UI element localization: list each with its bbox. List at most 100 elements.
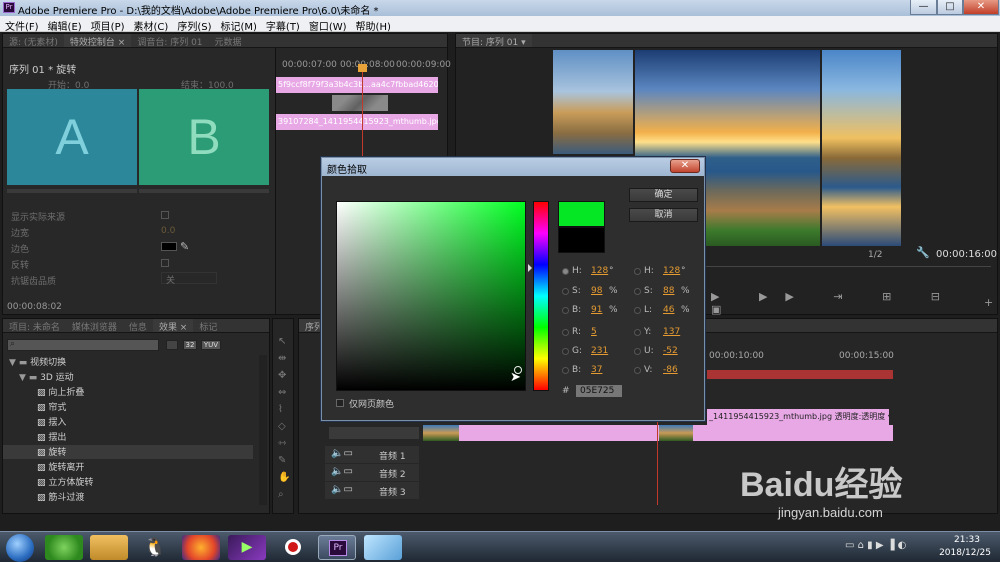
tab-info[interactable]: 信息 (123, 319, 153, 332)
tab-media-browser[interactable]: 媒体浏览器 (66, 319, 123, 332)
recorder-icon[interactable] (274, 535, 312, 560)
menu-file[interactable]: 文件(F) (0, 16, 43, 33)
radio-button[interactable] (562, 268, 569, 275)
eyedropper-icon[interactable]: ✎ (180, 240, 189, 253)
menu-marker[interactable]: 标记(M) (215, 16, 260, 33)
radio-button[interactable] (634, 268, 641, 275)
radio-button[interactable] (634, 288, 641, 295)
saturation-brightness-field[interactable] (336, 201, 526, 391)
accelerated-filter-icon[interactable] (166, 340, 178, 350)
ruler-time-2: 00:00:08:00 (340, 60, 395, 70)
tool-icons[interactable]: ↖ ⇹ ✥ ⇔ ⌇ ◇ ⇿ ✎ ✋ ⌕ (278, 333, 290, 503)
timeline-clip-label[interactable]: _1411954415923_mthumb.jpg 透明度:透明度 ▾ (707, 409, 889, 425)
menu-sequence[interactable]: 序列(S) (172, 16, 215, 33)
video-editor-icon[interactable]: ▶ (228, 535, 266, 560)
prop-show-source: 显示实际来源 (11, 213, 66, 223)
baidu-logo: Baidu经验 (740, 466, 903, 504)
web-colors-checkbox[interactable] (336, 399, 344, 407)
hue-slider-handle[interactable] (528, 264, 532, 272)
reverse-checkbox[interactable] (161, 259, 169, 267)
start-button-icon[interactable] (6, 534, 34, 562)
qq-icon[interactable]: 🐧 (136, 535, 174, 560)
premiere-taskbar-item[interactable]: Pr (318, 535, 356, 560)
menu-edit[interactable]: 编辑(E) (43, 16, 86, 33)
start-slider[interactable] (7, 189, 137, 193)
minimize-button[interactable]: — (910, 0, 937, 15)
zoom-dropdown[interactable]: 1/2 (868, 250, 882, 260)
menu-title[interactable]: 字幕(T) (261, 16, 304, 33)
cancel-button[interactable]: 取消 (629, 208, 698, 222)
menu-project[interactable]: 项目(P) (86, 16, 129, 33)
notes-app-icon[interactable] (364, 535, 402, 560)
transition-block[interactable] (332, 95, 388, 111)
radio-button[interactable] (562, 348, 569, 355)
tab-program[interactable]: 节目: 序列 01 ▾ (456, 34, 532, 47)
effects-scrollbar[interactable] (259, 355, 267, 505)
clip-track-a[interactable]: 5f9ccf8f79f3a3b4c3b...aa4c7fbbad4620.jpg (276, 77, 438, 93)
tree-item[interactable]: ▼ ▬ 3D 运动 (19, 370, 74, 384)
tree-item-selected[interactable]: ▨ 旋转 (3, 445, 253, 459)
clip-track-b[interactable]: 39107284_1411954415923_mthumb.jpg (276, 114, 438, 130)
tree-item[interactable]: ▼ ▬ 视频切换 (9, 355, 66, 369)
tree-item[interactable]: ▨ 帘式 (37, 400, 66, 414)
show-source-checkbox[interactable] (161, 211, 169, 219)
end-slider[interactable] (139, 189, 269, 193)
tab-effects[interactable]: 效果 × (152, 319, 194, 332)
effects-search-input[interactable]: ⌕ (7, 339, 159, 351)
dialog-close-button[interactable]: ✕ (670, 159, 700, 173)
tools-panel: ↖ ⇹ ✥ ⇔ ⌇ ◇ ⇿ ✎ ✋ ⌕ (272, 318, 294, 514)
tab-markers[interactable]: 标记 (193, 319, 223, 332)
tab-metadata[interactable]: 元数据 (209, 34, 248, 47)
wrench-icon[interactable]: 🔧 (916, 246, 930, 259)
border-color-swatch[interactable] (161, 242, 177, 251)
tab-source[interactable]: 源: (无素材) (3, 34, 64, 47)
radio-button[interactable] (634, 348, 641, 355)
speaker-icon[interactable]: 🔈▭ (331, 448, 353, 459)
radio-button[interactable] (562, 288, 569, 295)
firefox-icon[interactable] (182, 535, 220, 560)
speaker-icon[interactable]: 🔈▭ (331, 484, 353, 495)
hex-input[interactable]: 05E725 (576, 385, 622, 397)
hue-slider[interactable] (533, 201, 549, 391)
radio-button[interactable] (562, 307, 569, 314)
close-button[interactable]: ✕ (963, 0, 999, 15)
tree-item[interactable]: ▨ 向上折叠 (37, 385, 84, 399)
menu-clip[interactable]: 素材(C) (129, 16, 173, 33)
radio-button[interactable] (634, 367, 641, 374)
radio-button[interactable] (562, 367, 569, 374)
taskbar-app-icon[interactable] (45, 535, 83, 560)
tray-icons[interactable]: ▭ ⌂ ▮ ▶ ▐ ◐ (845, 540, 906, 551)
tree-item[interactable]: ▨ 筋斗过渡 (37, 490, 84, 504)
explorer-icon[interactable] (90, 535, 128, 560)
clock-date[interactable]: 2018/12/25 (937, 548, 993, 558)
prop-antialias: 抗锯齿品质 (11, 277, 57, 287)
sequence-label: 序列 01 * 旋转 (9, 65, 77, 76)
menu-help[interactable]: 帮助(H) (351, 16, 395, 33)
border-width-value[interactable]: 0.0 (161, 226, 175, 236)
tree-item[interactable]: ▨ 旋转离开 (37, 460, 84, 474)
tree-item[interactable]: ▨ 摆入 (37, 415, 66, 429)
tree-item[interactable]: ▨ 立方体旋转 (37, 475, 93, 489)
transport-controls[interactable]: ▶ ▶▶ ⇥ ⊞ ⊟ ▣ (711, 290, 997, 316)
program-ruler[interactable] (706, 266, 991, 274)
playhead-handle[interactable] (358, 64, 367, 72)
radio-button[interactable] (562, 329, 569, 336)
radio-button[interactable] (634, 329, 641, 336)
tree-item[interactable]: ▨ 摆出 (37, 430, 66, 444)
tab-audio-mixer[interactable]: 调音台: 序列 01 (131, 34, 208, 47)
yuv-filter-button[interactable]: YUV (201, 340, 221, 350)
clock-time[interactable]: 21:33 (945, 535, 989, 545)
antialias-dropdown[interactable]: 关 (161, 272, 217, 286)
work-area-bar[interactable] (707, 370, 893, 379)
add-button-icon[interactable]: + (984, 296, 993, 309)
menu-window[interactable]: 窗口(W) (304, 16, 351, 33)
tab-effect-controls[interactable]: 特效控制台 × (63, 34, 132, 47)
audio-track-header-3: 🔈▭ 音频 3 (325, 482, 419, 499)
speaker-icon[interactable]: 🔈▭ (331, 466, 353, 477)
ok-button[interactable]: 确定 (629, 188, 698, 202)
radio-button[interactable] (634, 307, 641, 314)
tab-project[interactable]: 项目: 未命名 (3, 319, 66, 332)
32bit-filter-button[interactable]: 32 (183, 340, 197, 350)
maximize-button[interactable]: □ (937, 0, 963, 15)
timeline-video-clip[interactable] (423, 425, 893, 441)
